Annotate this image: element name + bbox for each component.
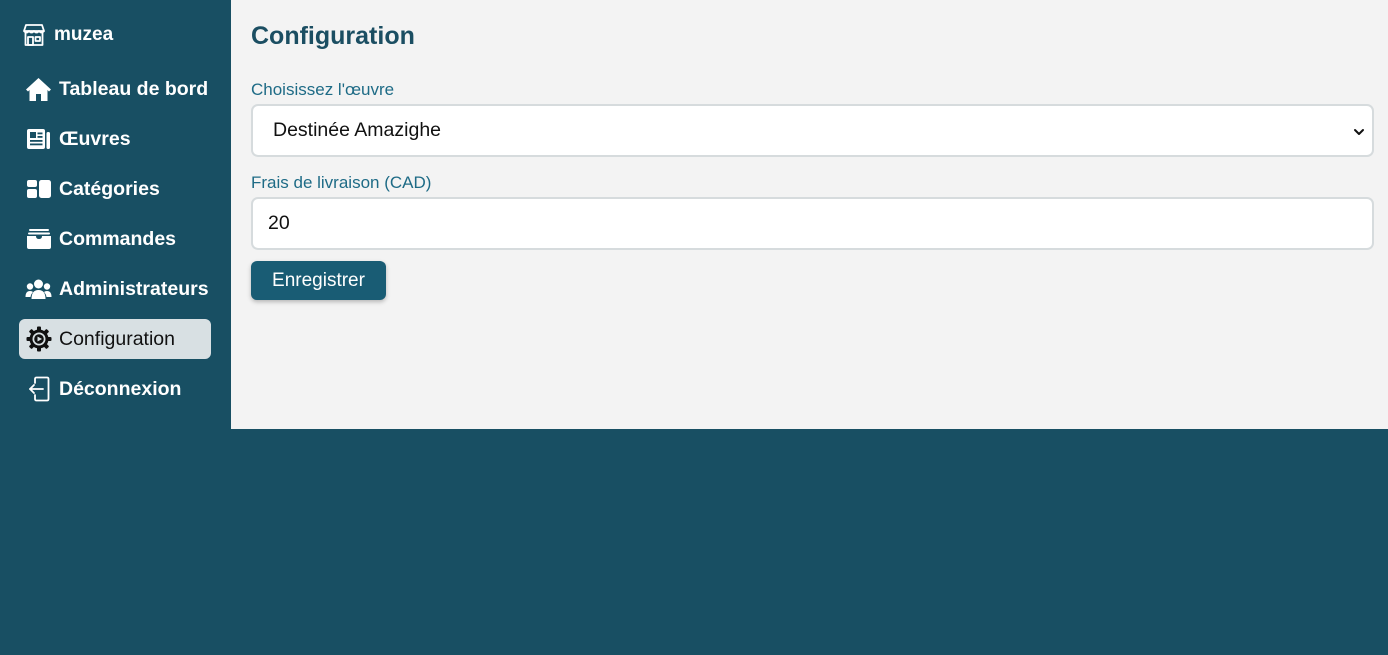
app-root: muzea Tableau de bord Œuvres Catégories … — [0, 0, 1388, 655]
people-icon — [25, 276, 52, 303]
chevron-down-icon — [1352, 122, 1366, 136]
oeuvre-select-value: Destinée Amazighe — [273, 119, 442, 141]
sidebar-item-label: Configuration — [59, 327, 175, 350]
logout-icon — [25, 376, 52, 403]
brand[interactable]: muzea — [20, 20, 113, 50]
grid-icon — [25, 176, 52, 203]
archive-box-icon — [25, 226, 52, 253]
sidebar-nav: Tableau de bord Œuvres Catégories Comman… — [19, 69, 211, 419]
oeuvre-select[interactable]: Destinée Amazighe — [251, 104, 1374, 157]
sidebar-item-label: Catégories — [59, 177, 160, 200]
sidebar-item-tableau-de-bord[interactable]: Tableau de bord — [19, 69, 211, 109]
sidebar-item-deconnexion[interactable]: Déconnexion — [19, 369, 211, 409]
frais-input[interactable] — [251, 197, 1374, 250]
newspaper-icon — [25, 126, 52, 153]
home-icon — [25, 76, 52, 103]
brand-name: muzea — [54, 24, 114, 45]
main-content: Configuration Choisissez l'œuvre Destiné… — [231, 0, 1388, 429]
sidebar-item-label: Commandes — [59, 227, 177, 250]
sidebar-item-configuration[interactable]: Configuration — [19, 319, 211, 359]
frais-label: Frais de livraison (CAD) — [251, 173, 432, 192]
gear-icon — [25, 326, 52, 353]
page-title: Configuration — [251, 22, 415, 50]
sidebar-item-oeuvres[interactable]: Œuvres — [19, 119, 211, 159]
shop-icon — [20, 21, 48, 49]
sidebar-item-label: Administrateurs — [59, 277, 209, 300]
sidebar-item-commandes[interactable]: Commandes — [19, 219, 211, 259]
oeuvre-label: Choisissez l'œuvre — [251, 80, 395, 99]
sidebar-item-label: Déconnexion — [59, 377, 182, 400]
sidebar-item-label: Tableau de bord — [59, 77, 209, 100]
sidebar: muzea Tableau de bord Œuvres Catégories … — [0, 0, 231, 429]
sidebar-item-label: Œuvres — [59, 127, 131, 150]
save-button[interactable]: Enregistrer — [251, 261, 386, 300]
sidebar-item-categories[interactable]: Catégories — [19, 169, 211, 209]
sidebar-item-administrateurs[interactable]: Administrateurs — [19, 269, 211, 309]
